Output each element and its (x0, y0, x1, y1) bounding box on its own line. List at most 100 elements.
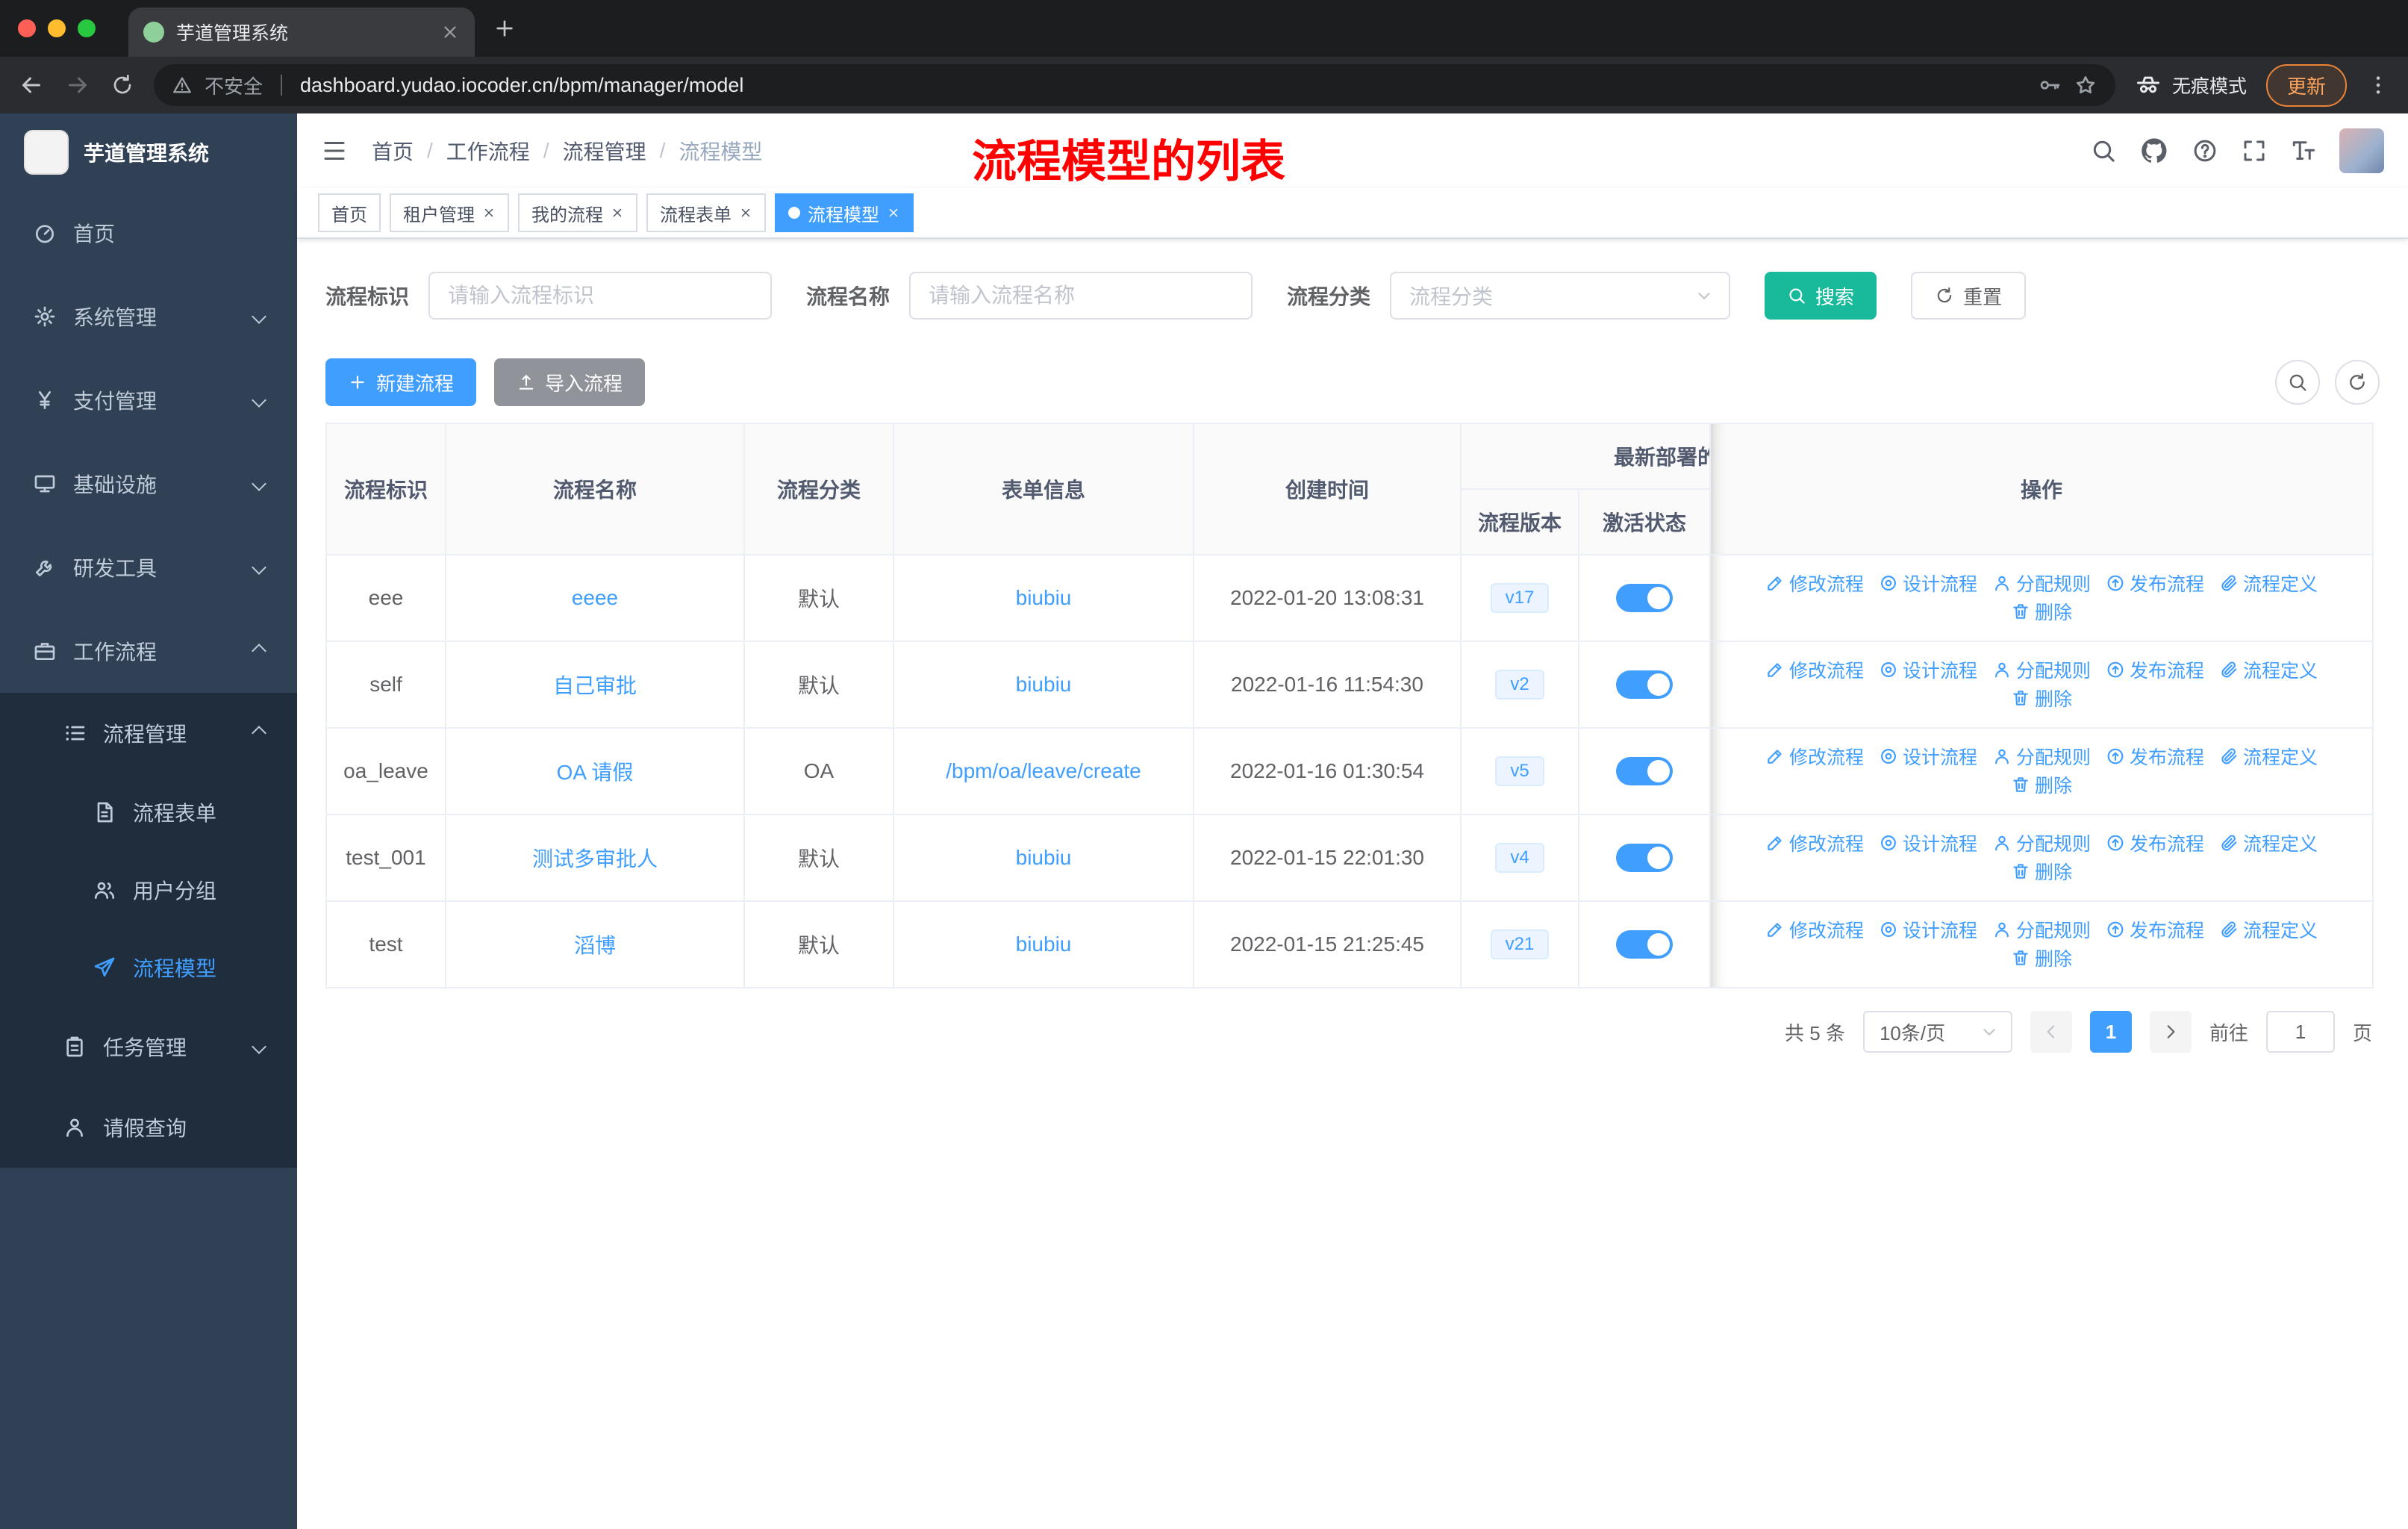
close-icon[interactable] (611, 206, 624, 219)
op-publish-link[interactable]: 发布流程 (2106, 570, 2204, 597)
sidebar-item-leave-query[interactable]: 请假查询 (0, 1087, 297, 1168)
avatar[interactable] (2339, 128, 2384, 173)
fullscreen-icon[interactable] (2241, 137, 2268, 164)
sidebar-item-payment[interactable]: 支付管理 (0, 358, 297, 442)
update-button[interactable]: 更新 (2265, 63, 2347, 107)
process-name-link[interactable]: 自己审批 (553, 674, 637, 697)
process-name-link[interactable]: 滔博 (574, 934, 616, 957)
goto-page-input[interactable] (2265, 1011, 2335, 1053)
op-definition-link[interactable]: 流程定义 (2219, 743, 2318, 770)
sidebar-item-process-form[interactable]: 流程表单 (0, 773, 297, 851)
sidebar-item-devtools[interactable]: 研发工具 (0, 526, 297, 609)
app-logo[interactable]: 芋道管理系统 (0, 113, 297, 191)
reload-icon[interactable] (110, 73, 134, 97)
sidebar-item-process-mgmt[interactable]: 流程管理 (0, 693, 297, 773)
breadcrumb-workflow[interactable]: 工作流程 (446, 136, 530, 166)
op-modify-link[interactable]: 修改流程 (1765, 743, 1864, 770)
op-delete-link[interactable]: 删除 (2011, 944, 2072, 971)
sidebar-item-infra[interactable]: 基础设施 (0, 442, 297, 526)
tab-close-icon[interactable] (440, 22, 460, 42)
op-design-link[interactable]: 设计流程 (1879, 656, 1977, 683)
op-assign-link[interactable]: 分配规则 (1992, 743, 2091, 770)
op-modify-link[interactable]: 修改流程 (1765, 916, 1864, 943)
browser-tab[interactable]: 芋道管理系统 (128, 7, 475, 57)
op-publish-link[interactable]: 发布流程 (2106, 916, 2204, 943)
search-icon[interactable] (2090, 137, 2117, 164)
maximize-window-button[interactable] (78, 19, 96, 37)
new-tab-icon[interactable] (493, 16, 517, 40)
tag-tenant[interactable]: 租户管理 (390, 193, 509, 232)
close-icon[interactable] (482, 206, 496, 219)
process-name-link[interactable]: 测试多审批人 (532, 847, 658, 871)
refresh-table-button[interactable] (2335, 360, 2380, 405)
tag-my-process[interactable]: 我的流程 (518, 193, 637, 232)
browser-menu-icon[interactable] (2366, 73, 2390, 97)
sidebar-item-user-group[interactable]: 用户分组 (0, 851, 297, 929)
form-info-link[interactable]: biubiu (1016, 586, 1072, 609)
op-delete-link[interactable]: 删除 (2011, 598, 2072, 625)
op-design-link[interactable]: 设计流程 (1879, 570, 1977, 597)
reset-button[interactable]: 重置 (1911, 272, 2027, 320)
process-name-link[interactable]: eeee (572, 586, 618, 609)
op-definition-link[interactable]: 流程定义 (2219, 570, 2318, 597)
active-toggle[interactable] (1616, 670, 1673, 699)
tag-process-form[interactable]: 流程表单 (646, 193, 766, 232)
op-publish-link[interactable]: 发布流程 (2106, 743, 2204, 770)
op-delete-link[interactable]: 删除 (2011, 771, 2072, 798)
form-info-link[interactable]: biubiu (1016, 846, 1072, 869)
active-toggle[interactable] (1616, 584, 1673, 612)
page-size-select[interactable]: 10条/页 (1862, 1011, 2012, 1053)
form-info-link[interactable]: /bpm/oa/leave/create (946, 759, 1141, 782)
search-button[interactable]: 搜索 (1765, 272, 1877, 320)
tag-process-model[interactable]: 流程模型 (775, 193, 914, 232)
op-modify-link[interactable]: 修改流程 (1765, 570, 1864, 597)
op-design-link[interactable]: 设计流程 (1879, 829, 1977, 856)
op-modify-link[interactable]: 修改流程 (1765, 829, 1864, 856)
import-process-button[interactable]: 导入流程 (494, 358, 646, 406)
form-info-link[interactable]: biubiu (1016, 673, 1072, 696)
sidebar-item-workflow[interactable]: 工作流程 (0, 609, 297, 693)
create-process-button[interactable]: 新建流程 (325, 358, 477, 406)
close-icon[interactable] (887, 206, 900, 219)
close-window-button[interactable] (18, 19, 36, 37)
hamburger-icon[interactable] (321, 137, 348, 164)
op-publish-link[interactable]: 发布流程 (2106, 656, 2204, 683)
breadcrumb-process-mgmt[interactable]: 流程管理 (563, 136, 646, 166)
sidebar-item-task-mgmt[interactable]: 任务管理 (0, 1006, 297, 1087)
tag-home[interactable]: 首页 (318, 193, 381, 232)
op-delete-link[interactable]: 删除 (2011, 858, 2072, 885)
page-number-current[interactable]: 1 (2089, 1011, 2132, 1053)
process-name-input[interactable] (909, 272, 1253, 320)
active-toggle[interactable] (1616, 930, 1673, 959)
op-assign-link[interactable]: 分配规则 (1992, 656, 2091, 683)
form-info-link[interactable]: biubiu (1016, 932, 1072, 956)
op-assign-link[interactable]: 分配规则 (1992, 829, 2091, 856)
minimize-window-button[interactable] (48, 19, 66, 37)
toggle-search-button[interactable] (2275, 360, 2320, 405)
active-toggle[interactable] (1616, 757, 1673, 785)
op-definition-link[interactable]: 流程定义 (2219, 829, 2318, 856)
help-icon[interactable] (2192, 137, 2218, 164)
back-icon[interactable] (18, 72, 45, 99)
prev-page-button[interactable] (2030, 1011, 2072, 1053)
bookmark-star-icon[interactable] (2074, 73, 2097, 97)
category-select[interactable]: 流程分类 (1390, 272, 1731, 320)
sidebar-item-system[interactable]: 系统管理 (0, 275, 297, 358)
breadcrumb-home[interactable]: 首页 (372, 136, 414, 166)
process-id-input[interactable] (428, 272, 773, 320)
sidebar-item-process-model[interactable]: 流程模型 (0, 929, 297, 1006)
next-page-button[interactable] (2149, 1011, 2192, 1053)
op-definition-link[interactable]: 流程定义 (2219, 656, 2318, 683)
address-bar[interactable]: 不安全 dashboard.yudao.iocoder.cn/bpm/manag… (154, 64, 2115, 106)
op-design-link[interactable]: 设计流程 (1879, 916, 1977, 943)
op-design-link[interactable]: 设计流程 (1879, 743, 1977, 770)
op-modify-link[interactable]: 修改流程 (1765, 656, 1864, 683)
op-publish-link[interactable]: 发布流程 (2106, 829, 2204, 856)
active-toggle[interactable] (1616, 844, 1673, 872)
sidebar-item-home[interactable]: 首页 (0, 191, 297, 275)
op-assign-link[interactable]: 分配规则 (1992, 916, 2091, 943)
font-size-icon[interactable] (2290, 137, 2317, 164)
close-icon[interactable] (739, 206, 752, 219)
forward-icon[interactable] (64, 72, 91, 99)
key-icon[interactable] (2038, 73, 2062, 97)
